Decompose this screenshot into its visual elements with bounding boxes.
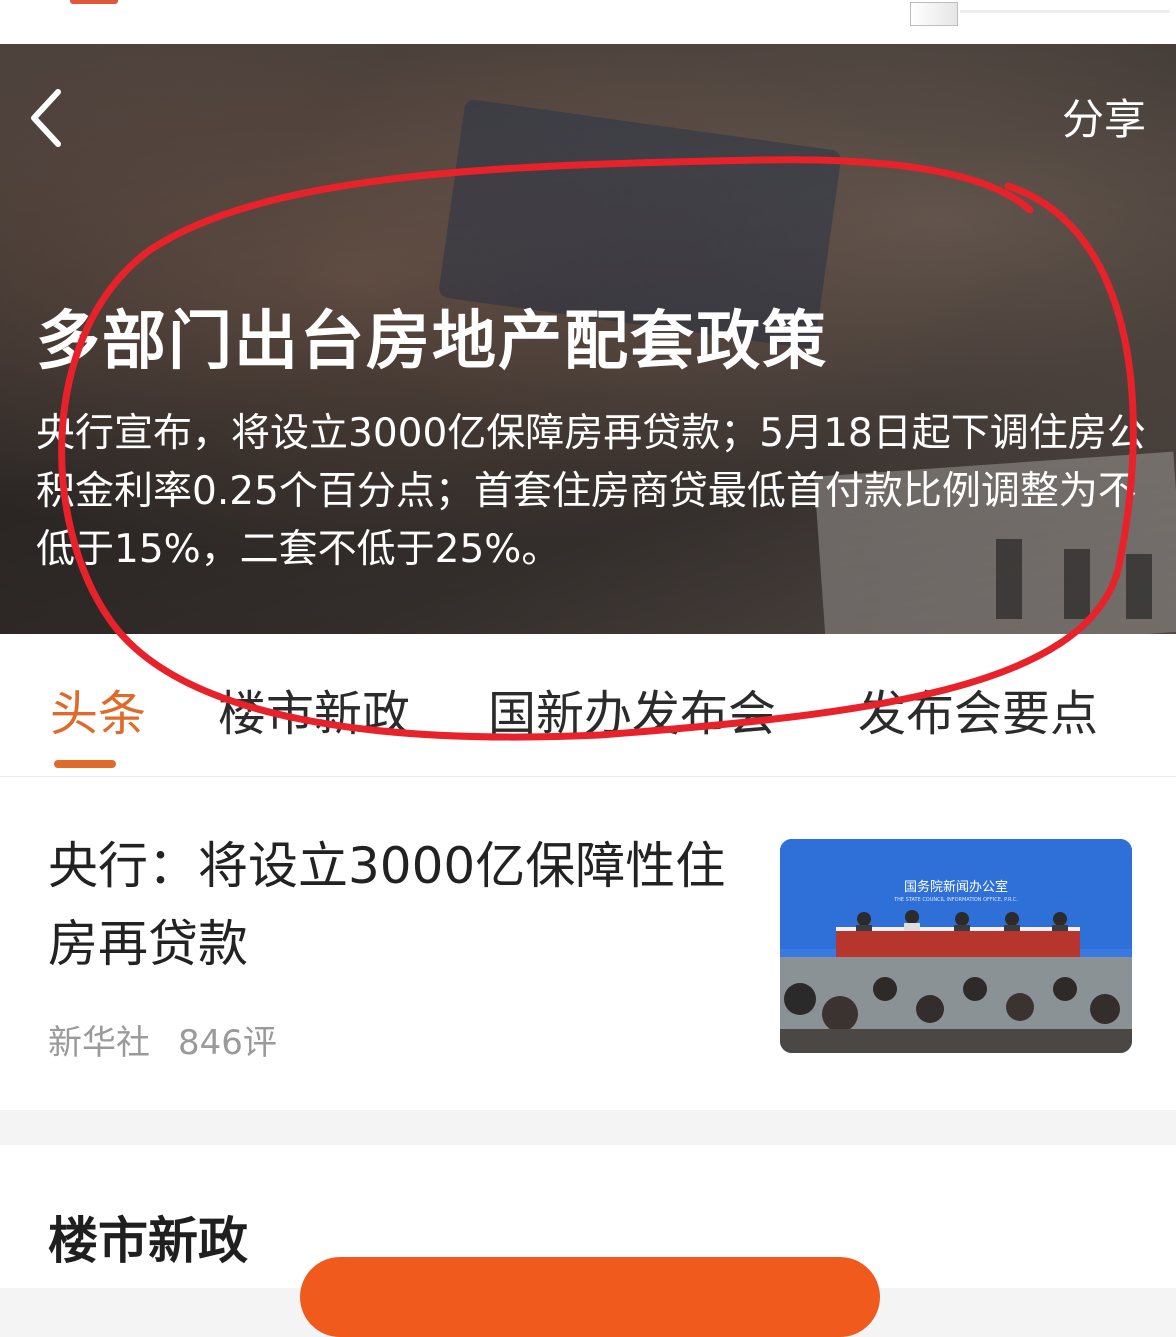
tab-active-indicator bbox=[54, 760, 116, 768]
status-divider bbox=[960, 10, 1170, 13]
news-thumbnail[interactable]: 国务院新闻办公室 THE STATE COUNCIL INFORMATION O… bbox=[780, 839, 1132, 1053]
tab-press-conference[interactable]: 国新办发布会 bbox=[488, 674, 776, 744]
thumbnail-backdrop-text-en: THE STATE COUNCIL INFORMATION OFFICE, P.… bbox=[893, 897, 1018, 903]
news-meta: 新华社 846评 bbox=[48, 1015, 277, 1064]
tab-bar: 头条 楼市新政 国新办发布会 发布会要点 bbox=[0, 634, 1176, 777]
status-corner-mark bbox=[70, 0, 118, 4]
chevron-left-icon bbox=[31, 89, 61, 147]
news-source: 新华社 bbox=[48, 1023, 150, 1063]
share-button[interactable]: 分享 bbox=[1062, 86, 1146, 147]
section-title: 楼市新政 bbox=[48, 1212, 248, 1270]
hero-summary: 央行宣布，将设立3000亿保障房再贷款；5月18日起下调住房公积金利率0.25个… bbox=[36, 411, 1146, 572]
news-comment-count: 846评 bbox=[178, 1023, 277, 1063]
news-item[interactable]: 央行：将设立3000亿保障性住房再贷款 新华社 846评 国务院新闻办公室 THE… bbox=[0, 777, 1176, 1110]
status-thumbnail bbox=[910, 2, 958, 26]
status-bar bbox=[0, 0, 1176, 44]
page-title: 多部门出台房地产配套政策 bbox=[36, 305, 828, 379]
news-title[interactable]: 央行：将设立3000亿保障性住房再贷款 bbox=[48, 827, 738, 983]
thumbnail-backdrop-text-cn: 国务院新闻办公室 bbox=[904, 879, 1008, 895]
tab-property-policy[interactable]: 楼市新政 bbox=[218, 674, 410, 744]
tab-headline[interactable]: 头条 bbox=[50, 674, 146, 744]
back-button[interactable] bbox=[24, 86, 72, 150]
section-property-policy: 楼市新政 bbox=[0, 1145, 1176, 1337]
tab-conference-highlights[interactable]: 发布会要点 bbox=[858, 674, 1098, 744]
section-action-pill[interactable] bbox=[300, 1257, 880, 1337]
press-conference-image: 国务院新闻办公室 THE STATE COUNCIL INFORMATION O… bbox=[780, 839, 1132, 1053]
